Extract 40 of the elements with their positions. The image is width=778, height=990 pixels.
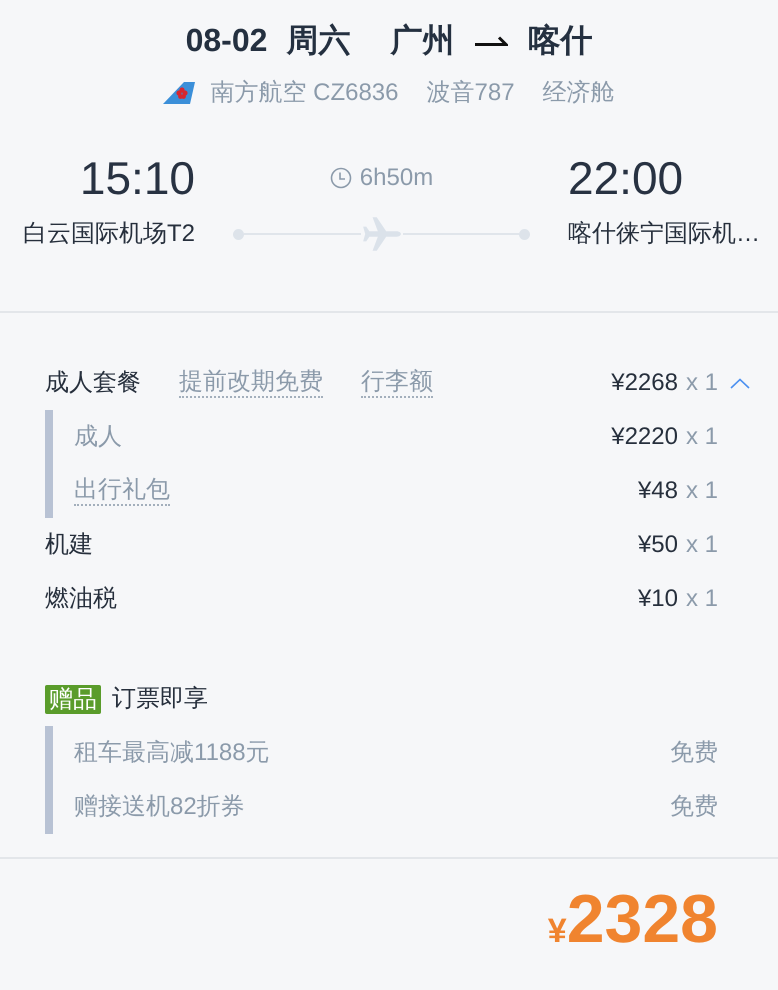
gift-badge: 赠品	[45, 684, 101, 714]
flight-weekday: 周六	[286, 21, 350, 60]
aircraft-type: 波音787	[426, 78, 515, 108]
clock-icon	[330, 167, 352, 189]
price: 免费	[670, 738, 718, 768]
arrival-airport: 喀什徕宁国际机…	[568, 219, 761, 249]
fee-label: 燃油税	[45, 584, 117, 614]
origin-city: 广州	[390, 21, 454, 60]
fee-label: 机建	[45, 530, 93, 560]
arrival-time: 22:00	[568, 152, 684, 204]
price: ¥50	[638, 530, 678, 560]
gift-item-label: 赠接送机82折券	[74, 792, 245, 822]
gift-item-label: 租车最高减1188元	[74, 738, 270, 768]
policy-link[interactable]: 提前改期免费	[179, 368, 323, 398]
destination-city: 喀什	[528, 21, 592, 60]
price: ¥2268	[611, 368, 678, 398]
price: ¥48	[638, 476, 678, 506]
package-item-label: 成人	[74, 422, 122, 452]
package-item-link[interactable]: 出行礼包	[74, 476, 170, 506]
quantity: x 1	[686, 422, 718, 452]
airline-logo-icon	[163, 82, 196, 104]
quantity: x 1	[686, 476, 718, 506]
total-price: 2328	[566, 881, 718, 957]
departure-time: 15:10	[78, 152, 195, 204]
quantity: x 1	[686, 530, 718, 560]
airline-flight-number: 南方航空 CZ6836	[210, 78, 398, 108]
currency-symbol: ¥	[548, 912, 567, 950]
policy-link[interactable]: 行李额	[361, 368, 433, 398]
cabin-class: 经济舱	[542, 78, 615, 108]
quantity: x 1	[686, 368, 718, 398]
quantity: x 1	[686, 584, 718, 614]
gift-title: 订票即享	[112, 684, 208, 714]
chevron-up-icon[interactable]	[730, 378, 750, 388]
price: ¥10	[638, 584, 678, 614]
price: 免费	[670, 792, 718, 822]
flight-duration: 6h50m	[360, 163, 434, 193]
flight-date: 08-02	[186, 21, 268, 60]
price: ¥2220	[611, 422, 678, 452]
departure-airport: 白云国际机场T2	[22, 219, 195, 249]
package-name: 成人套餐	[45, 368, 141, 398]
